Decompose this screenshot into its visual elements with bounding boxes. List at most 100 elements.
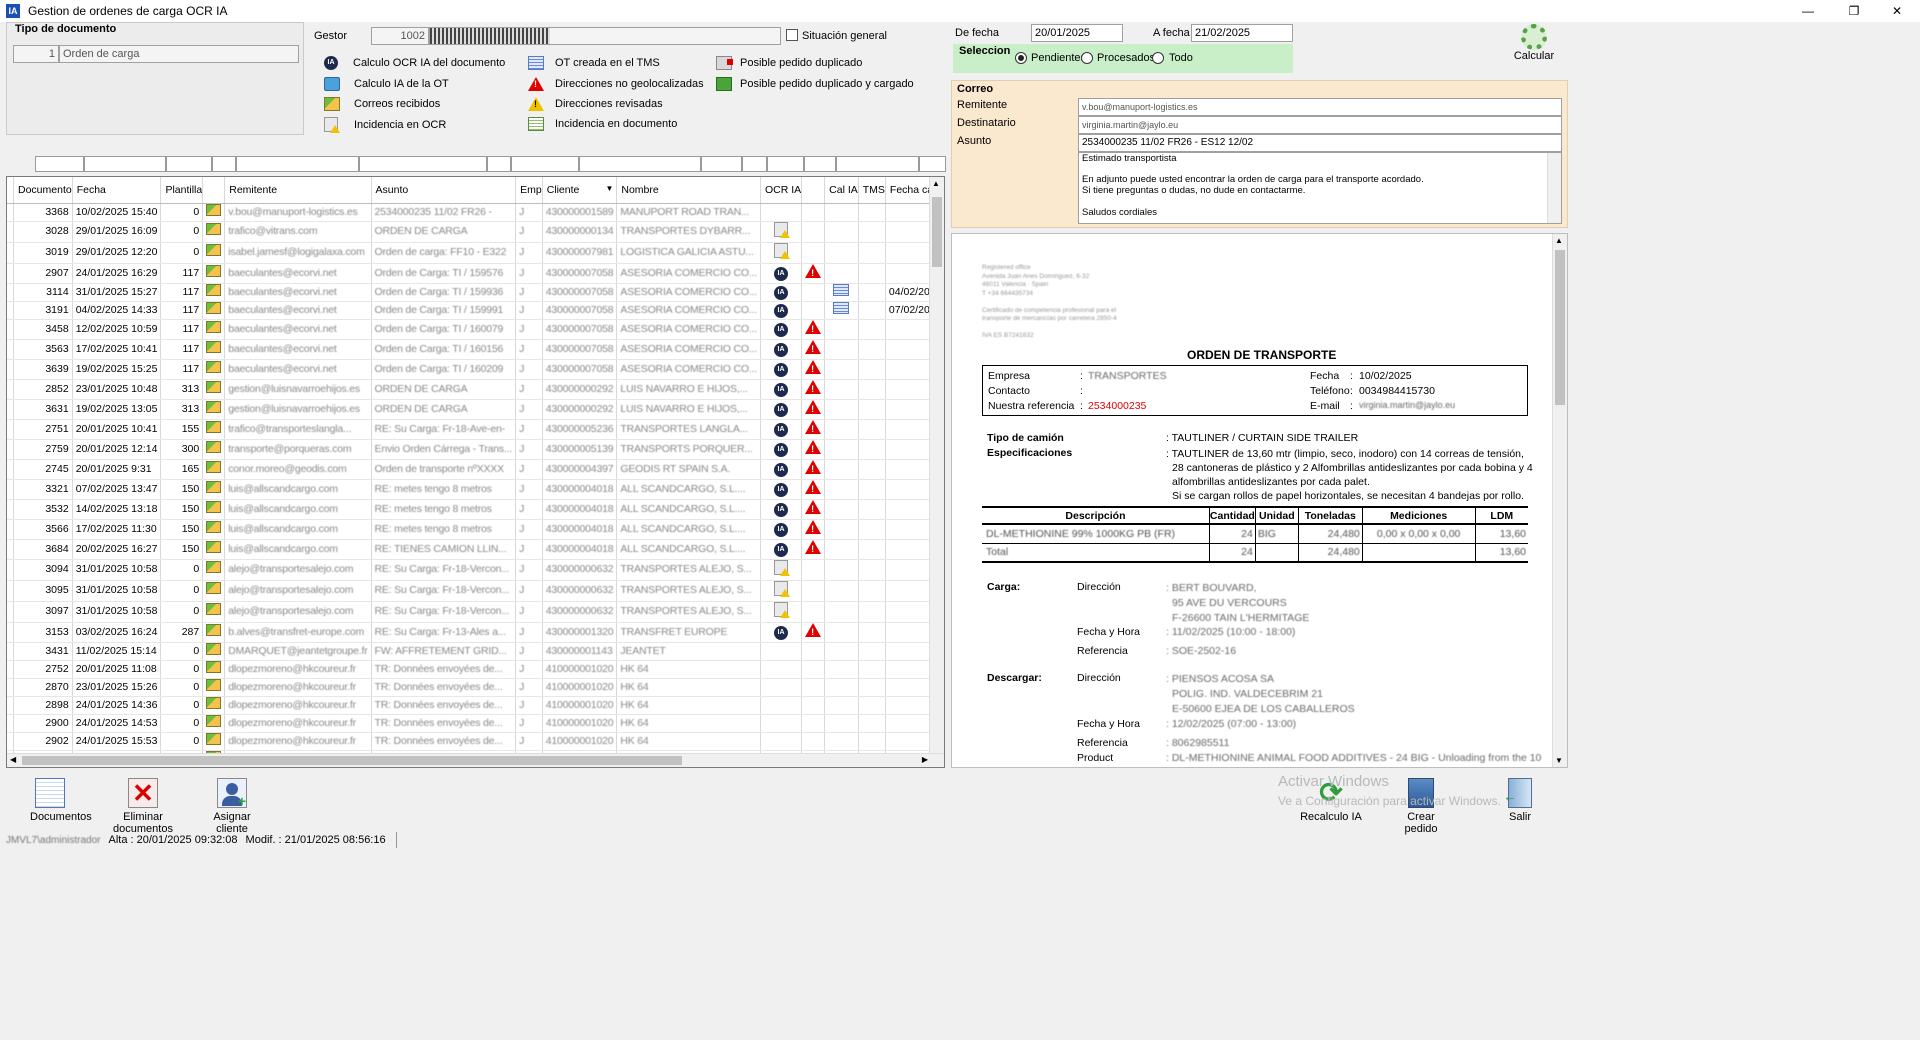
filter-asunto[interactable] — [359, 156, 487, 172]
salir-button[interactable]: ← Salir — [1500, 778, 1540, 823]
documents-grid[interactable]: Documento Fecha Plantilla Remitente Asun… — [6, 176, 945, 768]
tipo-documento-name[interactable]: Orden de carga — [59, 45, 299, 63]
calcular-button[interactable]: Calcular — [1512, 24, 1556, 62]
filter-documento[interactable] — [35, 156, 84, 172]
table-row[interactable]: 3028 29/01/2025 16:09 0 trafico@vitrans.com… — [7, 221, 944, 243]
scroll-up-icon[interactable]: ▲ — [932, 179, 940, 188]
document-preview[interactable]: Registered office Avenida Juan Anes Domín… — [951, 233, 1568, 768]
header-documento[interactable]: Documento — [13, 177, 73, 204]
doc-scroll-up-icon[interactable]: ▲ — [1555, 236, 1563, 245]
table-row[interactable]: 2900 24/01/2025 14:53 0 dlopezmoreno@hkcour… — [7, 714, 944, 733]
destinatario-field[interactable]: virginia.martin@jaylo.eu — [1078, 116, 1562, 134]
filter-remitente[interactable] — [236, 156, 359, 172]
from-date-input[interactable]: 20/01/2025 — [1031, 24, 1123, 42]
doc-scroll-down-icon[interactable]: ▼ — [1555, 756, 1563, 765]
cell-remitente: trafico@transporteslangla... — [224, 419, 372, 440]
table-row[interactable]: 2907 24/01/2025 16:29 117 baeculantes@ecorv… — [7, 263, 944, 284]
header-asunto[interactable]: Asunto — [371, 177, 517, 204]
cell-mail-icon — [202, 301, 226, 320]
eliminar-documentos-button[interactable]: ✕ Eliminar documentos — [100, 778, 186, 835]
doc-vertical-thumb[interactable] — [1555, 250, 1565, 405]
table-row[interactable]: 3095 31/01/2025 10:58 0 alejo@transportesal… — [7, 580, 944, 602]
table-row[interactable]: 3532 14/02/2025 13:18 150 luis@allscandcarg… — [7, 499, 944, 520]
grid-horizontal-scrollbar[interactable]: ◀ ▶ — [7, 753, 944, 767]
tipo-documento-code[interactable]: 1 — [13, 45, 59, 63]
table-row[interactable]: 2870 23/01/2025 15:26 0 dlopezmoreno@hkcour… — [7, 678, 944, 697]
correo-body[interactable]: Estimado transportista En adjunto puede … — [1078, 152, 1562, 224]
header-emp[interactable]: Emp — [515, 177, 543, 204]
radio-todo[interactable] — [1152, 52, 1164, 64]
table-row[interactable]: 3684 20/02/2025 16:27 150 luis@allscandcarg… — [7, 539, 944, 560]
table-row[interactable]: 2751 20/01/2025 10:41 155 trafico@transport… — [7, 419, 944, 440]
filter-nombre[interactable] — [579, 156, 701, 172]
table-row[interactable]: 2752 20/01/2025 11:08 0 dlopezmoreno@hkcour… — [7, 660, 944, 679]
cell-warn — [801, 319, 826, 340]
table-row[interactable]: 3153 03/02/2025 16:24 287 b.alves@transfret… — [7, 622, 944, 643]
grid-vertical-scrollbar[interactable]: ▲ ▼ — [929, 177, 944, 767]
header-remitente[interactable]: Remitente — [224, 177, 372, 204]
filter-icon-col[interactable] — [212, 156, 236, 172]
scroll-left-icon[interactable]: ◀ — [10, 755, 16, 764]
table-row[interactable]: 2852 23/01/2025 10:48 313 gestion@luisnavar… — [7, 379, 944, 400]
header-icon[interactable] — [202, 177, 226, 204]
filter-cliente[interactable] — [511, 156, 579, 172]
cell-cal-ia — [824, 301, 859, 320]
mail-received-icon — [206, 264, 222, 277]
table-row[interactable]: 3631 19/02/2025 13:05 313 gestion@luisnavar… — [7, 399, 944, 420]
header-plantilla[interactable]: Plantilla — [160, 177, 204, 204]
table-row[interactable]: 3458 12/02/2025 10:59 117 baeculantes@ecorv… — [7, 319, 944, 340]
table-row[interactable]: 3097 31/01/2025 10:58 0 alejo@transportesal… — [7, 601, 944, 623]
table-row[interactable]: 2898 24/01/2025 14:36 0 dlopezmoreno@hkcour… — [7, 696, 944, 715]
table-row[interactable]: 3094 31/01/2025 10:58 0 alejo@transportesal… — [7, 559, 944, 581]
table-row[interactable]: 3368 10/02/2025 15:40 0 v.bou@manuport-logi… — [7, 203, 944, 222]
header-cal-ia[interactable]: Cal IA — [824, 177, 859, 204]
remitente-field[interactable]: v.bou@manuport-logistics.es — [1078, 98, 1562, 116]
minimize-button[interactable]: — — [1785, 0, 1831, 22]
table-row[interactable]: 3191 04/02/2025 14:33 117 baeculantes@ecorv… — [7, 301, 944, 320]
documentos-button[interactable]: Documentos — [30, 778, 92, 823]
gestor-name-field[interactable] — [429, 27, 781, 45]
cell-nombre: ASESORIA COMERCIO CO... — [616, 283, 761, 302]
table-row[interactable]: 3563 17/02/2025 10:41 117 baeculantes@ecorv… — [7, 339, 944, 360]
to-date-input[interactable]: 21/02/2025 — [1191, 24, 1293, 42]
filter-ocr[interactable] — [701, 156, 742, 172]
correo-body-scrollbar[interactable] — [1547, 153, 1561, 223]
table-row[interactable]: 3321 07/02/2025 13:47 150 luis@allscandcarg… — [7, 479, 944, 500]
table-row[interactable]: 3566 17/02/2025 11:30 150 luis@allscandcarg… — [7, 519, 944, 540]
filter-tms[interactable] — [804, 156, 836, 172]
header-ocr-ia[interactable]: OCR IA — [760, 177, 803, 204]
cell-plantilla: 150 — [160, 499, 204, 520]
table-row[interactable]: 2902 24/01/2025 15:53 0 dlopezmoreno@hkcour… — [7, 732, 944, 751]
asunto-field[interactable]: 2534000235 11/02 FR26 - ES12 12/02 — [1078, 134, 1562, 152]
grid-horizontal-thumb[interactable] — [22, 756, 682, 765]
filter-fecha-carga[interactable] — [836, 156, 919, 172]
maximize-button[interactable]: ❐ — [1831, 0, 1877, 22]
filter-pe[interactable] — [919, 156, 946, 172]
radio-procesados[interactable] — [1081, 52, 1093, 64]
table-row[interactable]: 3114 31/01/2025 15:27 117 baeculantes@ecorv… — [7, 283, 944, 302]
scroll-right-icon[interactable]: ▶ — [922, 755, 928, 764]
radio-pendientes[interactable] — [1015, 52, 1027, 64]
header-warn[interactable] — [801, 177, 826, 204]
close-button[interactable]: ✕ — [1874, 0, 1920, 22]
gestor-code[interactable]: 1002 — [371, 27, 429, 45]
table-row[interactable]: 2745 20/01/2025 9:31 165 conor.moreo@geodis… — [7, 459, 944, 480]
header-cliente[interactable]: Cliente ▼ — [542, 177, 618, 204]
cell-cliente: 430000007981 — [542, 242, 618, 264]
filter-emp[interactable] — [487, 156, 511, 172]
header-tms[interactable]: TMS — [858, 177, 886, 204]
header-fecha[interactable]: Fecha — [72, 177, 162, 204]
asignar-cliente-button[interactable]: + Asignar cliente — [202, 778, 262, 835]
filter-warn[interactable] — [742, 156, 767, 172]
table-row[interactable]: 2759 20/01/2025 12:14 300 transporte@porque… — [7, 439, 944, 460]
grid-vertical-thumb[interactable] — [932, 197, 942, 267]
table-row[interactable]: 3431 11/02/2025 15:14 0 DMARQUET@jeantetgro… — [7, 642, 944, 661]
filter-plantilla[interactable] — [166, 156, 212, 172]
header-nombre[interactable]: Nombre — [616, 177, 761, 204]
situacion-general-checkbox[interactable] — [786, 29, 798, 41]
filter-fecha[interactable] — [84, 156, 166, 172]
table-row[interactable]: 3019 29/01/2025 12:20 0 isabel.jamesf@logig… — [7, 242, 944, 264]
doc-vertical-scrollbar[interactable]: ▲ ▼ — [1552, 234, 1567, 767]
filter-cal[interactable] — [767, 156, 804, 172]
table-row[interactable]: 3639 19/02/2025 15:25 117 baeculantes@ecorv… — [7, 359, 944, 380]
